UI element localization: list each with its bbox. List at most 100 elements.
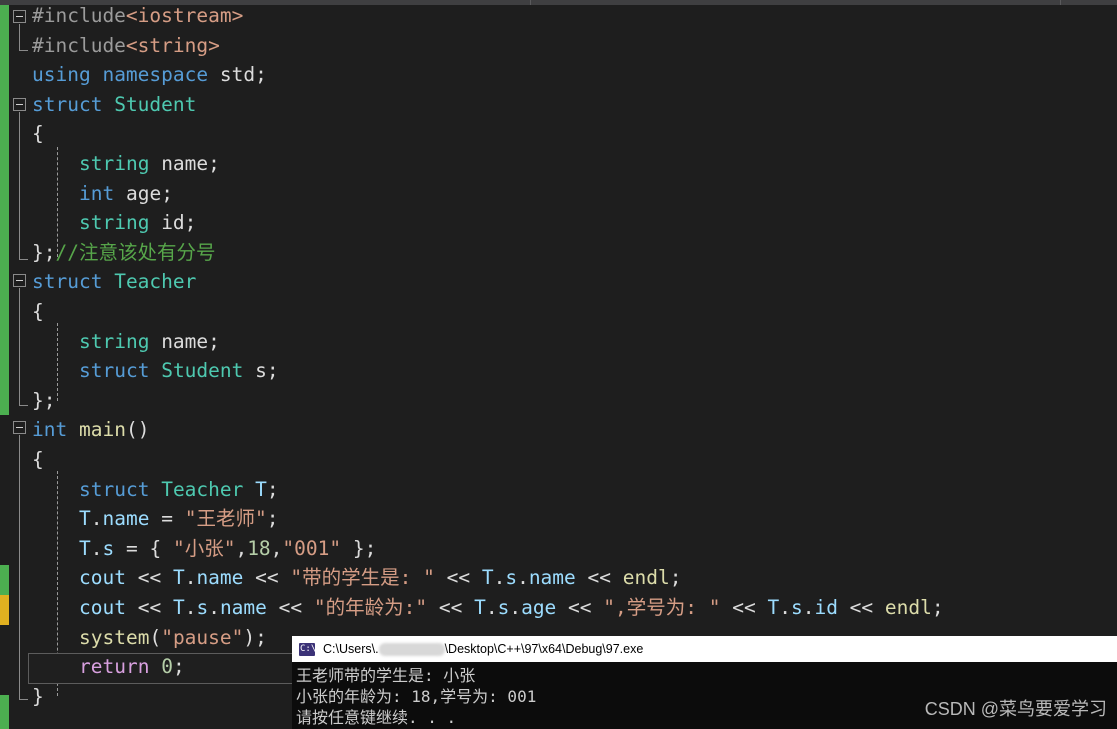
code-line[interactable]: };: [32, 386, 55, 416]
code-token-plain: .: [517, 566, 529, 590]
code-line[interactable]: system("pause");: [79, 623, 267, 653]
code-token-var: T: [79, 536, 91, 560]
screenshot-root: #include<iostream> #include<string> using …: [0, 0, 1117, 729]
code-token-plain: <<: [575, 566, 623, 590]
code-line[interactable]: return 0;: [79, 652, 185, 682]
code-line[interactable]: string name;: [79, 327, 220, 357]
code-token-plain: ;: [931, 596, 944, 619]
code-line[interactable]: T.name = "王老师";: [79, 504, 278, 534]
code-text-layer[interactable]: #include<iostream> #include<string> using …: [0, 4, 1117, 729]
code-token-plain: <<: [125, 566, 173, 590]
code-token-plain: ;: [172, 655, 185, 679]
code-token-kw: namespace: [102, 63, 209, 87]
code-token-type: Teacher: [161, 477, 244, 501]
code-line[interactable]: {: [32, 119, 44, 149]
code-token-var: name: [528, 566, 576, 590]
console-app-icon: C:\: [299, 642, 316, 656]
code-token-plain: age;: [114, 181, 173, 205]
code-line[interactable]: string id;: [79, 208, 196, 238]
code-token-var: T: [172, 566, 185, 590]
code-token-num: 18: [247, 536, 271, 560]
console-title-suffix: \Desktop\C++\97\x64\Debug\97.exe: [444, 642, 644, 656]
code-token-plain: .: [184, 566, 197, 590]
code-token-plain: .: [90, 536, 103, 560]
code-token-plain: = {: [114, 536, 173, 560]
code-token-fn: system: [79, 625, 150, 649]
console-output-line: 王老师带的学生是: 小张: [296, 666, 476, 685]
code-token-fn: endl: [884, 596, 932, 619]
code-token-plain: .: [509, 596, 522, 619]
code-token-kw: int: [79, 181, 115, 205]
code-line[interactable]: struct Student s;: [79, 356, 279, 386]
code-token-plain: .: [208, 596, 220, 619]
code-token-type: Student: [161, 359, 244, 383]
code-token-var: s: [102, 536, 115, 560]
code-line[interactable]: cout << T.s.name << "的年龄为:" << T.s.age <…: [79, 593, 944, 623]
code-line[interactable]: using namespace std;: [32, 60, 267, 90]
code-token-str: "的年龄为:": [313, 596, 428, 619]
code-token-plain: <<: [434, 566, 482, 590]
console-title-prefix: C:\Users\.: [323, 642, 379, 656]
code-token-plain: <<: [556, 596, 604, 619]
code-token-kw: struct: [32, 92, 103, 116]
code-token-brace: {: [32, 448, 44, 471]
code-token-plain: <<: [243, 566, 291, 590]
code-token-ctrl: return: [79, 655, 150, 679]
code-token-type: string: [79, 211, 150, 235]
code-token-var: T: [767, 596, 780, 619]
code-token-var: T: [474, 596, 486, 619]
console-titlebar[interactable]: C:\ C:\Users\. \Desktop\C++\97\x64\Debug…: [292, 636, 1117, 662]
code-line[interactable]: }: [32, 682, 44, 712]
code-token-kw: struct: [32, 270, 103, 294]
code-line[interactable]: {: [32, 445, 44, 475]
code-token-kw: struct: [79, 477, 150, 501]
code-token-plain: (: [149, 625, 162, 649]
code-line[interactable]: {: [32, 297, 44, 327]
code-token-var: id: [814, 596, 838, 619]
code-line[interactable]: };//注意该处有分号: [32, 238, 215, 268]
code-token-brace: };: [32, 240, 56, 264]
code-token-plain: .: [485, 596, 498, 619]
code-token-str: "带的学生是: ": [290, 566, 435, 590]
code-token-brace: }: [32, 684, 44, 708]
code-line[interactable]: int main(): [32, 415, 149, 445]
code-token-plain: <<: [427, 596, 475, 619]
code-line[interactable]: string name;: [79, 149, 220, 179]
code-token-plain: s;: [243, 359, 279, 383]
code-line[interactable]: cout << T.name << "带的学生是: " << T.s.name …: [79, 563, 681, 593]
code-token-plain: ,: [270, 536, 283, 560]
code-token-plain: };: [341, 536, 377, 560]
code-token-plain: ;: [266, 477, 279, 501]
code-token-plain: .: [184, 596, 197, 619]
code-token-str: "pause": [161, 625, 244, 649]
code-token-type: Teacher: [114, 270, 197, 294]
code-editor[interactable]: #include<iostream> #include<string> using …: [0, 4, 1117, 729]
code-token-pre: #include: [32, 33, 126, 57]
code-token-cmt: //注意该处有分号: [55, 240, 216, 264]
code-token-num: 0: [161, 655, 173, 679]
code-token-type: Student: [114, 92, 197, 116]
code-token-plain: .: [802, 596, 815, 619]
code-token-kw: using: [32, 63, 91, 87]
code-token-kw: struct: [79, 359, 150, 383]
code-line[interactable]: #include<iostream>: [32, 1, 243, 31]
code-token-plain: <<: [266, 596, 314, 619]
code-token-plain: name;: [149, 152, 220, 175]
code-line[interactable]: struct Teacher T;: [79, 475, 279, 505]
code-line[interactable]: T.s = { "小张",18,"001" };: [79, 534, 376, 564]
code-token-plain: ,: [235, 536, 248, 560]
code-line[interactable]: #include<string>: [32, 31, 220, 61]
code-token-var: s: [505, 566, 518, 590]
code-line[interactable]: struct Teacher: [32, 267, 196, 297]
code-token-plain: <<: [720, 596, 768, 619]
code-token-plain: (): [125, 418, 150, 442]
code-token-plain: <<: [837, 596, 885, 619]
code-token-plain: =: [149, 507, 185, 531]
code-token-var: name: [102, 507, 150, 531]
code-line[interactable]: struct Student: [32, 90, 196, 120]
code-line[interactable]: int age;: [79, 179, 173, 209]
code-token-kw: int: [32, 418, 68, 442]
